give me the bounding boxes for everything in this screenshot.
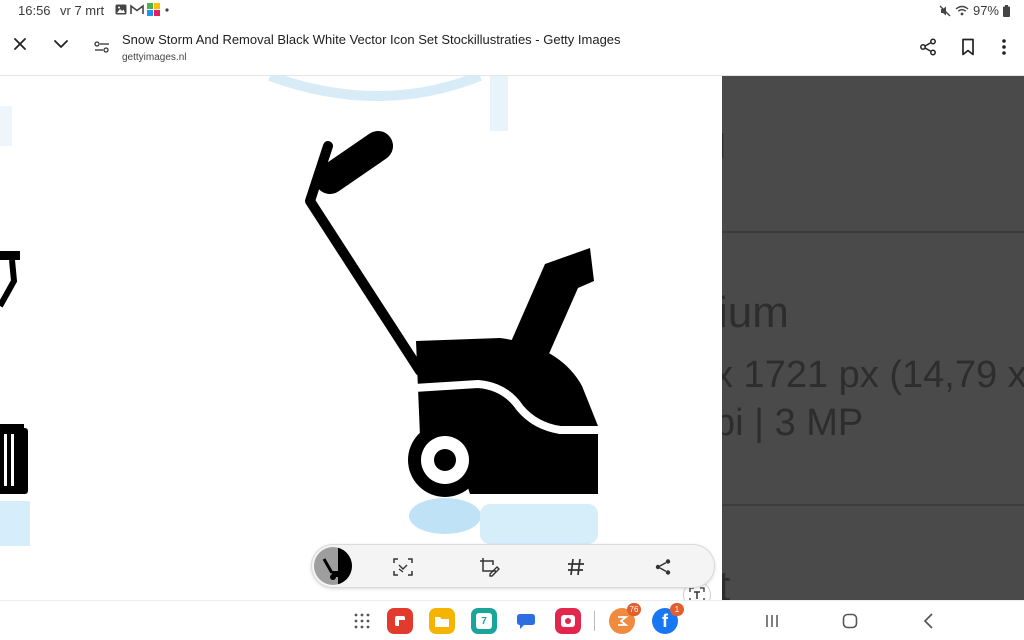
back-button[interactable] xyxy=(918,611,938,631)
hashtag-icon[interactable] xyxy=(562,553,590,581)
browser-header: Snow Storm And Removal Black White Vecto… xyxy=(0,22,1024,76)
snow-blower-illustration xyxy=(0,76,600,546)
screen-recorder-app-icon[interactable] xyxy=(555,608,581,634)
wifi-icon xyxy=(955,5,969,16)
close-icon[interactable] xyxy=(7,31,33,57)
multicolor-app-icon xyxy=(147,3,160,16)
status-bar: 16:56 vr 7 mrt 97% xyxy=(0,0,1024,22)
app-drawer-icon[interactable] xyxy=(352,611,372,631)
page-title: Snow Storm And Removal Black White Vecto… xyxy=(122,32,621,47)
share-icon[interactable] xyxy=(915,34,941,60)
gmail-icon xyxy=(130,4,144,14)
bg-text-fragment: l xyxy=(722,128,726,167)
edit-crop-icon[interactable] xyxy=(476,553,504,581)
battery-icon xyxy=(1003,4,1010,17)
status-date: vr 7 mrt xyxy=(60,3,105,18)
dock-divider xyxy=(594,611,595,631)
bg-text-fragment: x 1721 px (14,79 x 1 xyxy=(722,354,1024,396)
notification-badge: 76 xyxy=(627,603,641,616)
calendar-day: 7 xyxy=(476,613,492,629)
bookmark-icon[interactable] xyxy=(955,34,981,60)
status-right: 97% xyxy=(939,3,1010,18)
background-page: l ium x 1721 px (14,79 x 1 pi | 3 MP t xyxy=(722,76,1024,600)
share-icon[interactable] xyxy=(649,553,677,581)
divider xyxy=(722,504,1024,506)
files-app-icon[interactable] xyxy=(429,608,455,634)
bg-text-fragment: ium xyxy=(722,288,789,337)
thumbnail-button[interactable] xyxy=(314,547,352,585)
notification-icons xyxy=(115,3,171,16)
battery-percent: 97% xyxy=(972,3,999,18)
recents-button[interactable] xyxy=(762,611,782,631)
screen: 16:56 vr 7 mrt 97% Snow Storm And Remova… xyxy=(0,0,1024,640)
messages-app-icon[interactable] xyxy=(513,608,539,634)
notes-app-icon[interactable]: 76 xyxy=(609,603,641,634)
chevron-down-icon[interactable] xyxy=(48,31,74,57)
scan-icon[interactable] xyxy=(389,553,417,581)
content-area: l ium x 1721 px (14,79 x 1 pi | 3 MP t xyxy=(0,76,1024,600)
more-icon[interactable] xyxy=(991,34,1017,60)
office-app-icon[interactable] xyxy=(387,608,413,634)
mute-icon xyxy=(939,5,951,16)
image-toolbar xyxy=(311,544,715,588)
bg-text-fragment: pi | 3 MP xyxy=(722,402,864,444)
calendar-app-icon[interactable]: 7 xyxy=(471,608,497,634)
gallery-icon xyxy=(115,4,127,15)
status-time: 16:56 xyxy=(18,3,51,18)
image-viewer[interactable] xyxy=(0,76,722,600)
navigation-bar: 7 76 f 1 xyxy=(0,600,1024,640)
dot-icon xyxy=(165,7,169,12)
facebook-app-icon[interactable]: f 1 xyxy=(652,603,684,634)
divider xyxy=(722,231,1024,233)
facebook-logo: f xyxy=(662,610,668,631)
bg-text-fragment: t xyxy=(722,562,731,600)
home-button[interactable] xyxy=(840,611,860,631)
page-settings-icon[interactable] xyxy=(89,34,115,60)
page-url: gettyimages.nl xyxy=(122,52,187,63)
notification-badge: 1 xyxy=(670,603,684,616)
